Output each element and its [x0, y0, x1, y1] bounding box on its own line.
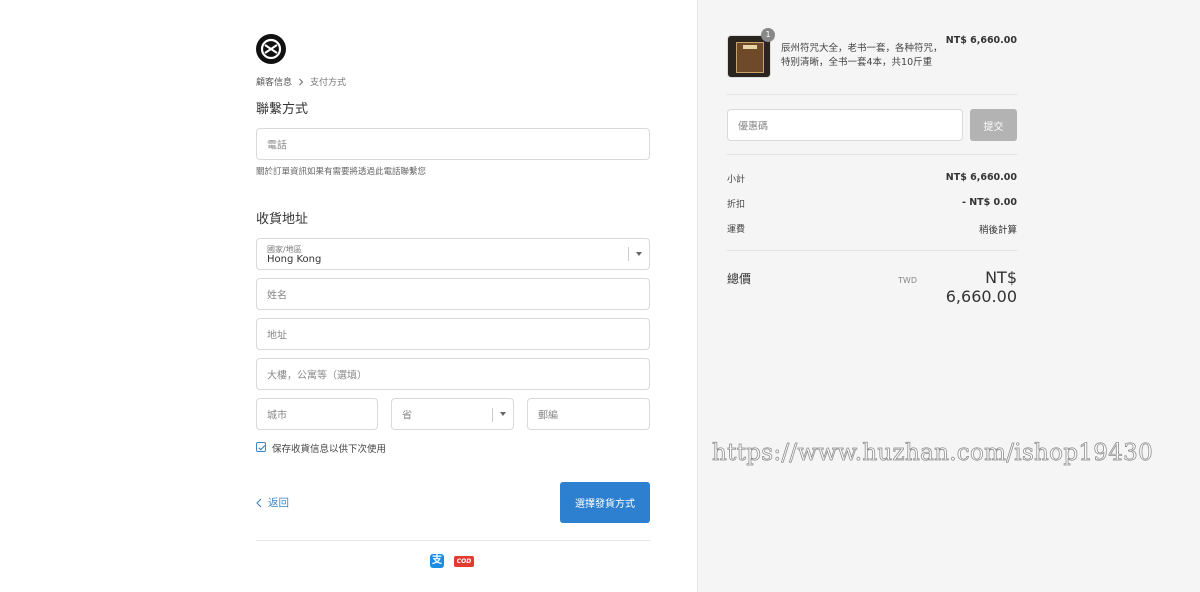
product-price: NT$ 6,660.00 [945, 35, 1017, 46]
watermark-text: https://www.huzhan.com/ishop19430 [712, 440, 1154, 467]
postal-code-field[interactable]: 郵編 [527, 398, 650, 430]
phone-hint: 關於訂單資訊如果有需要將透過此電話聯繫您 [256, 167, 427, 177]
divider [727, 250, 1017, 251]
discount-label: 折扣 [727, 200, 746, 210]
discount-value: - NT$ 0.00 [961, 197, 1017, 208]
coupon-placeholder: 優惠碼 [738, 121, 768, 133]
divider [727, 94, 1017, 95]
total-label: 總價 [727, 272, 752, 286]
coupon-input[interactable]: 優惠碼 [727, 109, 963, 141]
address2-placeholder: 大樓，公寓等（選填） [267, 370, 367, 382]
city-placeholder: 城市 [267, 410, 287, 422]
divider [727, 154, 1017, 155]
chevron-right-icon [299, 78, 304, 85]
breadcrumb: 顧客信息 支付方式 [256, 75, 346, 88]
coupon-submit-button[interactable]: 提交 [970, 109, 1017, 141]
shipping-fee-value: 稍後計算 [978, 225, 1017, 236]
checkmark-icon [258, 445, 266, 451]
choose-shipping-button[interactable]: 選擇發貨方式 [560, 482, 650, 523]
total-value: NT$ 6,660.00 [945, 268, 1017, 306]
back-link[interactable]: 返回 [256, 495, 289, 510]
address2-field[interactable]: 大樓，公寓等（選填） [256, 358, 650, 390]
name-placeholder: 姓名 [267, 290, 287, 302]
phone-field[interactable]: 電話 [256, 128, 650, 160]
divider [256, 540, 650, 541]
store-logo[interactable] [256, 34, 286, 64]
country-select[interactable]: 國家/地區 Hong Kong [256, 238, 650, 270]
quantity-badge: 1 [761, 28, 775, 42]
chevron-down-icon [636, 252, 642, 256]
name-field[interactable]: 姓名 [256, 278, 650, 310]
postal-placeholder: 郵編 [538, 410, 558, 422]
breadcrumb-customer-info[interactable]: 顧客信息 [256, 75, 292, 88]
chevron-left-icon [256, 498, 262, 507]
cod-icon: COD [454, 556, 474, 567]
breadcrumb-payment-method: 支付方式 [310, 78, 347, 88]
subtotal-label: 小計 [727, 175, 746, 185]
province-placeholder: 省 [402, 410, 412, 422]
province-select[interactable]: 省 [391, 398, 514, 430]
country-value: Hong Kong [267, 254, 322, 265]
phone-placeholder: 電話 [267, 140, 287, 152]
select-separator [492, 408, 493, 422]
alipay-icon: 支 [430, 554, 444, 568]
product-name: 辰州符咒大全，老书一套，各种符咒，特别清晰，全书一套4本，共10斤重 [781, 43, 943, 68]
save-info-label[interactable]: 保存收貨信息以供下次使用 [272, 441, 386, 455]
chevron-down-icon [500, 412, 506, 416]
address-placeholder: 地址 [267, 330, 287, 342]
save-info-checkbox[interactable] [256, 442, 266, 452]
shipping-fee-label: 運費 [727, 225, 746, 235]
contact-heading: 聯繫方式 [256, 102, 309, 117]
total-currency: TWD [898, 276, 917, 285]
address-field[interactable]: 地址 [256, 318, 650, 350]
shipping-heading: 收貨地址 [256, 212, 309, 227]
checkout-form-panel: 顧客信息 支付方式 聯繫方式 電話 關於訂單資訊如果有需要將透過此電話聯繫您 收… [0, 0, 697, 592]
subtotal-value: NT$ 6,660.00 [945, 172, 1017, 183]
back-label: 返回 [268, 497, 289, 509]
city-field[interactable]: 城市 [256, 398, 378, 430]
select-separator [628, 247, 629, 261]
